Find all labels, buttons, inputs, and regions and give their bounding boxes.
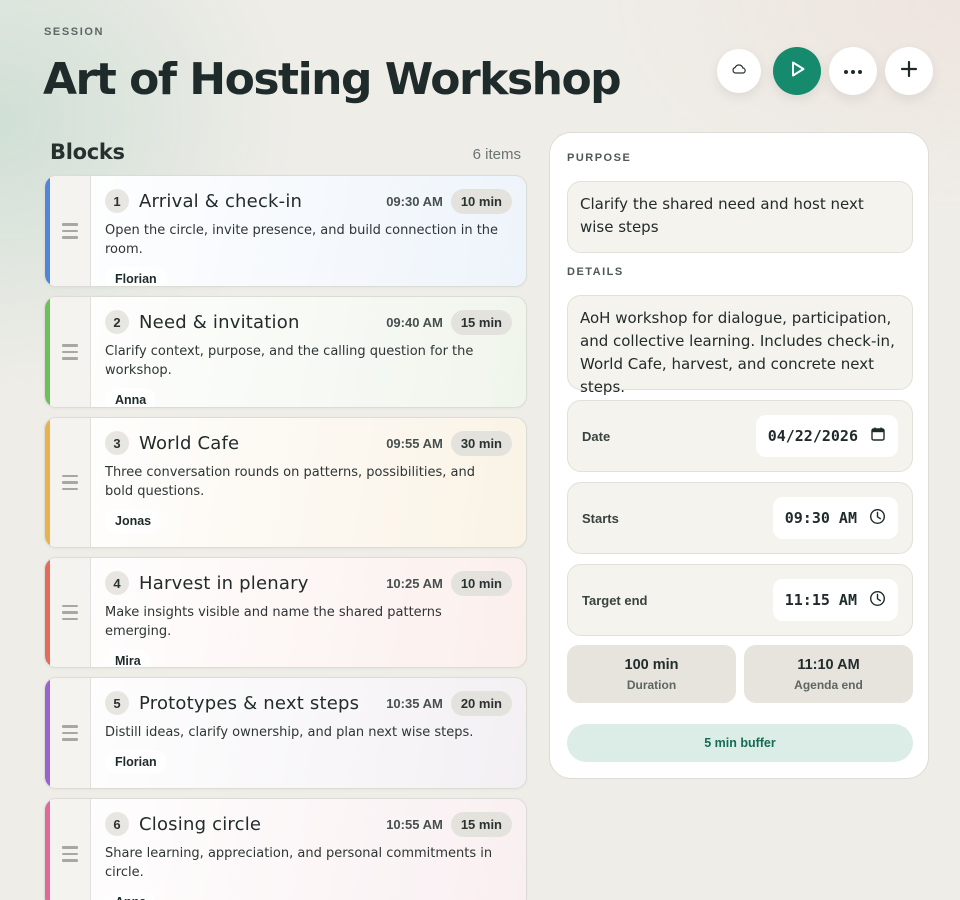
block-name: World Cafe: [139, 432, 240, 454]
blocks-header: Blocks 6 items: [50, 140, 521, 164]
drag-handle-icon[interactable]: [50, 297, 91, 407]
drag-handle-icon[interactable]: [50, 418, 91, 547]
duration-label: Duration: [626, 677, 677, 692]
block-number: 3: [105, 431, 129, 455]
plus-icon: [900, 60, 918, 83]
block-duration[interactable]: 30 min: [450, 430, 512, 456]
starts-input[interactable]: 09:30 AM: [772, 497, 898, 539]
block-description: Distill ideas, clarify ownership, and pl…: [105, 725, 474, 740]
duration-value: 100 min: [624, 656, 679, 673]
block-number: 4: [105, 571, 129, 595]
block-owner: Anna: [105, 388, 157, 407]
block-body: 2 Need & invitation 09:40 AM 15 min Clar…: [91, 297, 526, 407]
block-duration[interactable]: 20 min: [450, 690, 512, 716]
blocks-count: 6 items: [472, 146, 521, 163]
block-description: Share learning, appreciation, and person…: [105, 846, 493, 880]
block-body: 3 World Cafe 09:55 AM 30 min Three conve…: [91, 418, 526, 547]
purpose-field[interactable]: Clarify the shared need and host next wi…: [567, 181, 913, 253]
date-input[interactable]: 04/22/2026: [755, 415, 898, 457]
block-body: 4 Harvest in plenary 10:25 AM 10 min Mak…: [91, 558, 526, 667]
add-button[interactable]: [885, 47, 933, 95]
starts-row: Starts 09:30 AM: [567, 482, 913, 554]
clock-icon[interactable]: [869, 590, 886, 611]
block-owner: Mira: [105, 649, 151, 667]
block-start-time: 10:25 AM: [386, 575, 443, 591]
block-number: 2: [105, 310, 129, 334]
block-start-time: 10:55 AM: [386, 816, 443, 832]
target-end-value: 11:15 AM: [784, 591, 857, 609]
block-card[interactable]: 4 Harvest in plenary 10:25 AM 10 min Mak…: [44, 557, 527, 668]
block-name: Closing circle: [139, 813, 262, 835]
block-card[interactable]: 1 Arrival & check-in 09:30 AM 10 min Ope…: [44, 175, 527, 287]
blocks-title: Blocks: [50, 140, 125, 164]
duration-stat: 100 min Duration: [567, 645, 736, 703]
block-start-time: 09:55 AM: [386, 435, 443, 451]
block-description: Open the circle, invite presence, and bu…: [105, 223, 499, 257]
block-description: Clarify context, purpose, and the callin…: [105, 344, 474, 378]
cloud-icon: [731, 61, 747, 82]
block-name: Harvest in plenary: [139, 572, 309, 594]
calendar-icon[interactable]: [870, 426, 886, 446]
starts-label: Starts: [582, 510, 619, 526]
block-name: Arrival & check-in: [139, 190, 303, 212]
section-eyebrow: SESSION: [44, 26, 105, 38]
block-start-time: 09:30 AM: [386, 193, 443, 209]
date-label: Date: [582, 428, 611, 444]
block-body: 6 Closing circle 10:55 AM 15 min Share l…: [91, 799, 526, 900]
block-duration[interactable]: 10 min: [450, 570, 512, 596]
block-name: Prototypes & next steps: [139, 692, 360, 714]
drag-handle-icon[interactable]: [50, 176, 91, 286]
block-body: 5 Prototypes & next steps 10:35 AM 20 mi…: [91, 678, 526, 788]
block-description: Three conversation rounds on patterns, p…: [105, 465, 475, 499]
agenda-end-stat: 11:10 AM Agenda end: [744, 645, 913, 703]
block-start-time: 10:35 AM: [386, 695, 443, 711]
play-icon: [786, 58, 808, 85]
starts-value: 09:30 AM: [784, 509, 857, 527]
details-label: DETAILS: [567, 266, 624, 278]
block-number: 1: [105, 189, 129, 213]
block-duration[interactable]: 10 min: [450, 188, 512, 214]
block-duration[interactable]: 15 min: [450, 811, 512, 837]
block-name: Need & invitation: [139, 311, 300, 333]
block-body: 1 Arrival & check-in 09:30 AM 10 min Ope…: [91, 176, 526, 286]
block-card[interactable]: 6 Closing circle 10:55 AM 15 min Share l…: [44, 798, 527, 900]
date-row: Date 04/22/2026: [567, 400, 913, 472]
top-actions: [717, 47, 933, 95]
agenda-end-value: 11:10 AM: [797, 656, 860, 673]
play-button[interactable]: [773, 47, 821, 95]
block-duration[interactable]: 15 min: [450, 309, 512, 335]
cloud-sync-button[interactable]: [717, 49, 761, 93]
block-owner: Anna: [105, 890, 157, 900]
drag-handle-icon[interactable]: [50, 799, 91, 900]
purpose-label: PURPOSE: [567, 152, 632, 164]
block-card[interactable]: 2 Need & invitation 09:40 AM 15 min Clar…: [44, 296, 527, 408]
target-end-label: Target end: [582, 592, 648, 608]
more-button[interactable]: [829, 47, 877, 95]
clock-icon[interactable]: [869, 508, 886, 529]
block-number: 5: [105, 691, 129, 715]
details-field[interactable]: AoH workshop for dialogue, participation…: [567, 295, 913, 396]
block-card[interactable]: 5 Prototypes & next steps 10:35 AM 20 mi…: [44, 677, 527, 789]
session-details-panel: PURPOSE Clarify the shared need and host…: [549, 132, 929, 779]
block-number: 6: [105, 812, 129, 836]
more-icon: [843, 62, 863, 80]
date-value: 04/22/2026: [767, 427, 858, 445]
block-start-time: 09:40 AM: [386, 314, 443, 330]
page-title: Art of Hosting Workshop: [43, 54, 622, 105]
drag-handle-icon[interactable]: [50, 558, 91, 667]
buffer-badge: 5 min buffer: [567, 724, 913, 762]
block-owner: Jonas: [105, 509, 162, 533]
drag-handle-icon[interactable]: [50, 678, 91, 788]
target-end-input[interactable]: 11:15 AM: [772, 579, 898, 621]
block-owner: Florian: [105, 267, 167, 286]
block-owner: Florian: [105, 750, 167, 774]
target-end-row: Target end 11:15 AM: [567, 564, 913, 636]
agenda-end-label: Agenda end: [794, 677, 863, 692]
block-description: Make insights visible and name the share…: [105, 605, 442, 639]
block-card[interactable]: 3 World Cafe 09:55 AM 30 min Three conve…: [44, 417, 527, 548]
